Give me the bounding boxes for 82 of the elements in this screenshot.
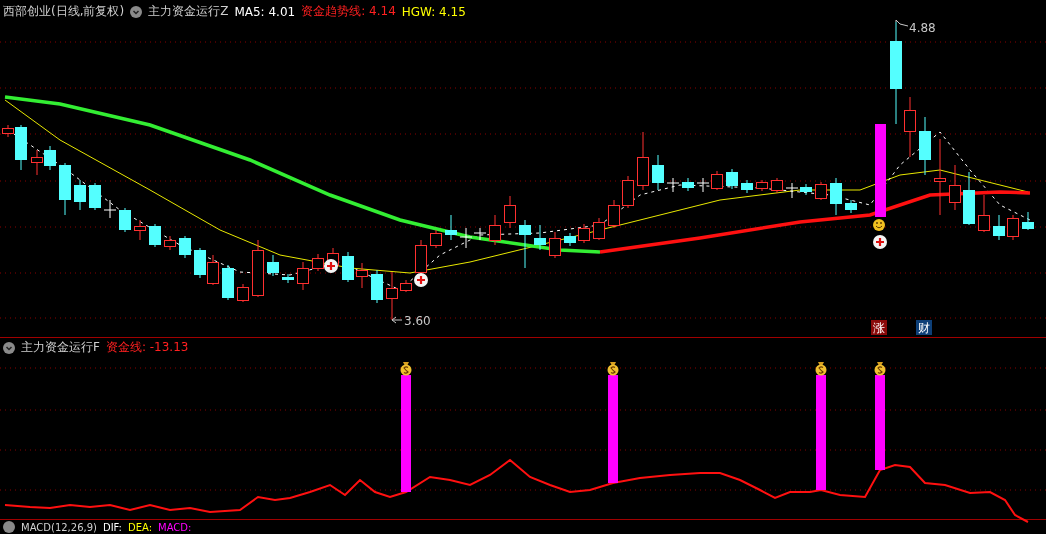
candlestick [134,219,146,241]
candlestick [963,171,975,226]
candlestick [356,262,368,289]
indicator-reading: MA5: 4.01 [234,4,296,19]
candlestick [845,199,857,214]
candlestick [549,231,561,259]
chart-title: 西部创业(日线,前复权) [3,3,125,20]
candlestick [682,177,694,192]
candlestick [89,182,101,211]
candlestick [830,177,842,216]
plus-circle-icon [873,235,887,249]
indicator-reading: MACD: [158,521,192,533]
candlestick [207,254,219,286]
plus-circle-icon [324,259,338,273]
candlestick [637,131,649,191]
candlestick [386,271,398,321]
candlestick [222,264,234,301]
indicator-name: MACD(12,26,9) [21,521,97,533]
candlestick [31,149,43,176]
candlestick [622,175,634,209]
candlestick [564,232,576,247]
candlestick [267,254,279,277]
candlestick [919,116,931,176]
signal-badge: 涨 [871,320,887,335]
candlestick [949,164,961,211]
indicator-reading: DIF: [102,521,122,533]
candlestick [297,261,309,291]
candlestick [430,229,442,249]
candlestick [312,253,324,272]
candlestick [696,177,710,193]
candlestick [415,239,427,276]
candlestick [666,177,680,193]
indicator-reading: 资金趋势线: 4.14 [301,3,396,20]
candlestick [534,224,546,251]
plus-circle-icon [414,273,428,287]
candlestick [978,194,990,233]
candlestick [815,181,827,201]
candlestick [711,170,723,191]
signal-badge: 财 [916,320,932,335]
indicator-reading: HGW: 4.15 [401,4,466,19]
candlestick [519,219,531,269]
candlestick [164,235,176,251]
indicator-name: 主力资金运行F [21,339,100,356]
candlestick [74,179,86,211]
candlestick [785,182,799,199]
candlestick [194,247,206,279]
candlestick [741,179,753,194]
indicator-name: 主力资金运行Z [148,3,229,20]
candlestick [1007,214,1019,241]
candlestick [489,214,501,246]
money-bag-icon [874,362,886,376]
candlestick [445,214,457,241]
indicator-reading: 资金线: -13.13 [105,339,189,356]
candlestick [608,199,620,229]
candlestick [800,183,812,196]
candlestick [771,177,783,194]
candlestick [726,168,738,190]
candlestick [1022,211,1034,231]
candlestick [904,96,916,158]
candlestick [578,223,590,244]
candlestick [993,214,1005,241]
candlestick [252,239,264,298]
candlestick [179,235,191,259]
candlestick [44,145,56,171]
candlestick [119,207,131,233]
candlestick [400,279,412,293]
indicator-reading: DEA: [127,521,152,533]
candlestick [371,269,383,304]
candlestick [504,195,516,229]
money-bag-icon [607,362,619,376]
candlestick [593,217,605,241]
candlestick [149,223,161,248]
smiley-icon [873,219,885,231]
candlestick [652,154,664,191]
money-bag-icon [815,362,827,376]
candlestick [756,179,768,192]
candlestick [282,273,294,284]
candlestick [59,162,71,216]
candlestick [342,251,354,283]
candlestick [103,199,117,219]
money-bag-icon [400,362,412,376]
candlestick [237,283,249,303]
